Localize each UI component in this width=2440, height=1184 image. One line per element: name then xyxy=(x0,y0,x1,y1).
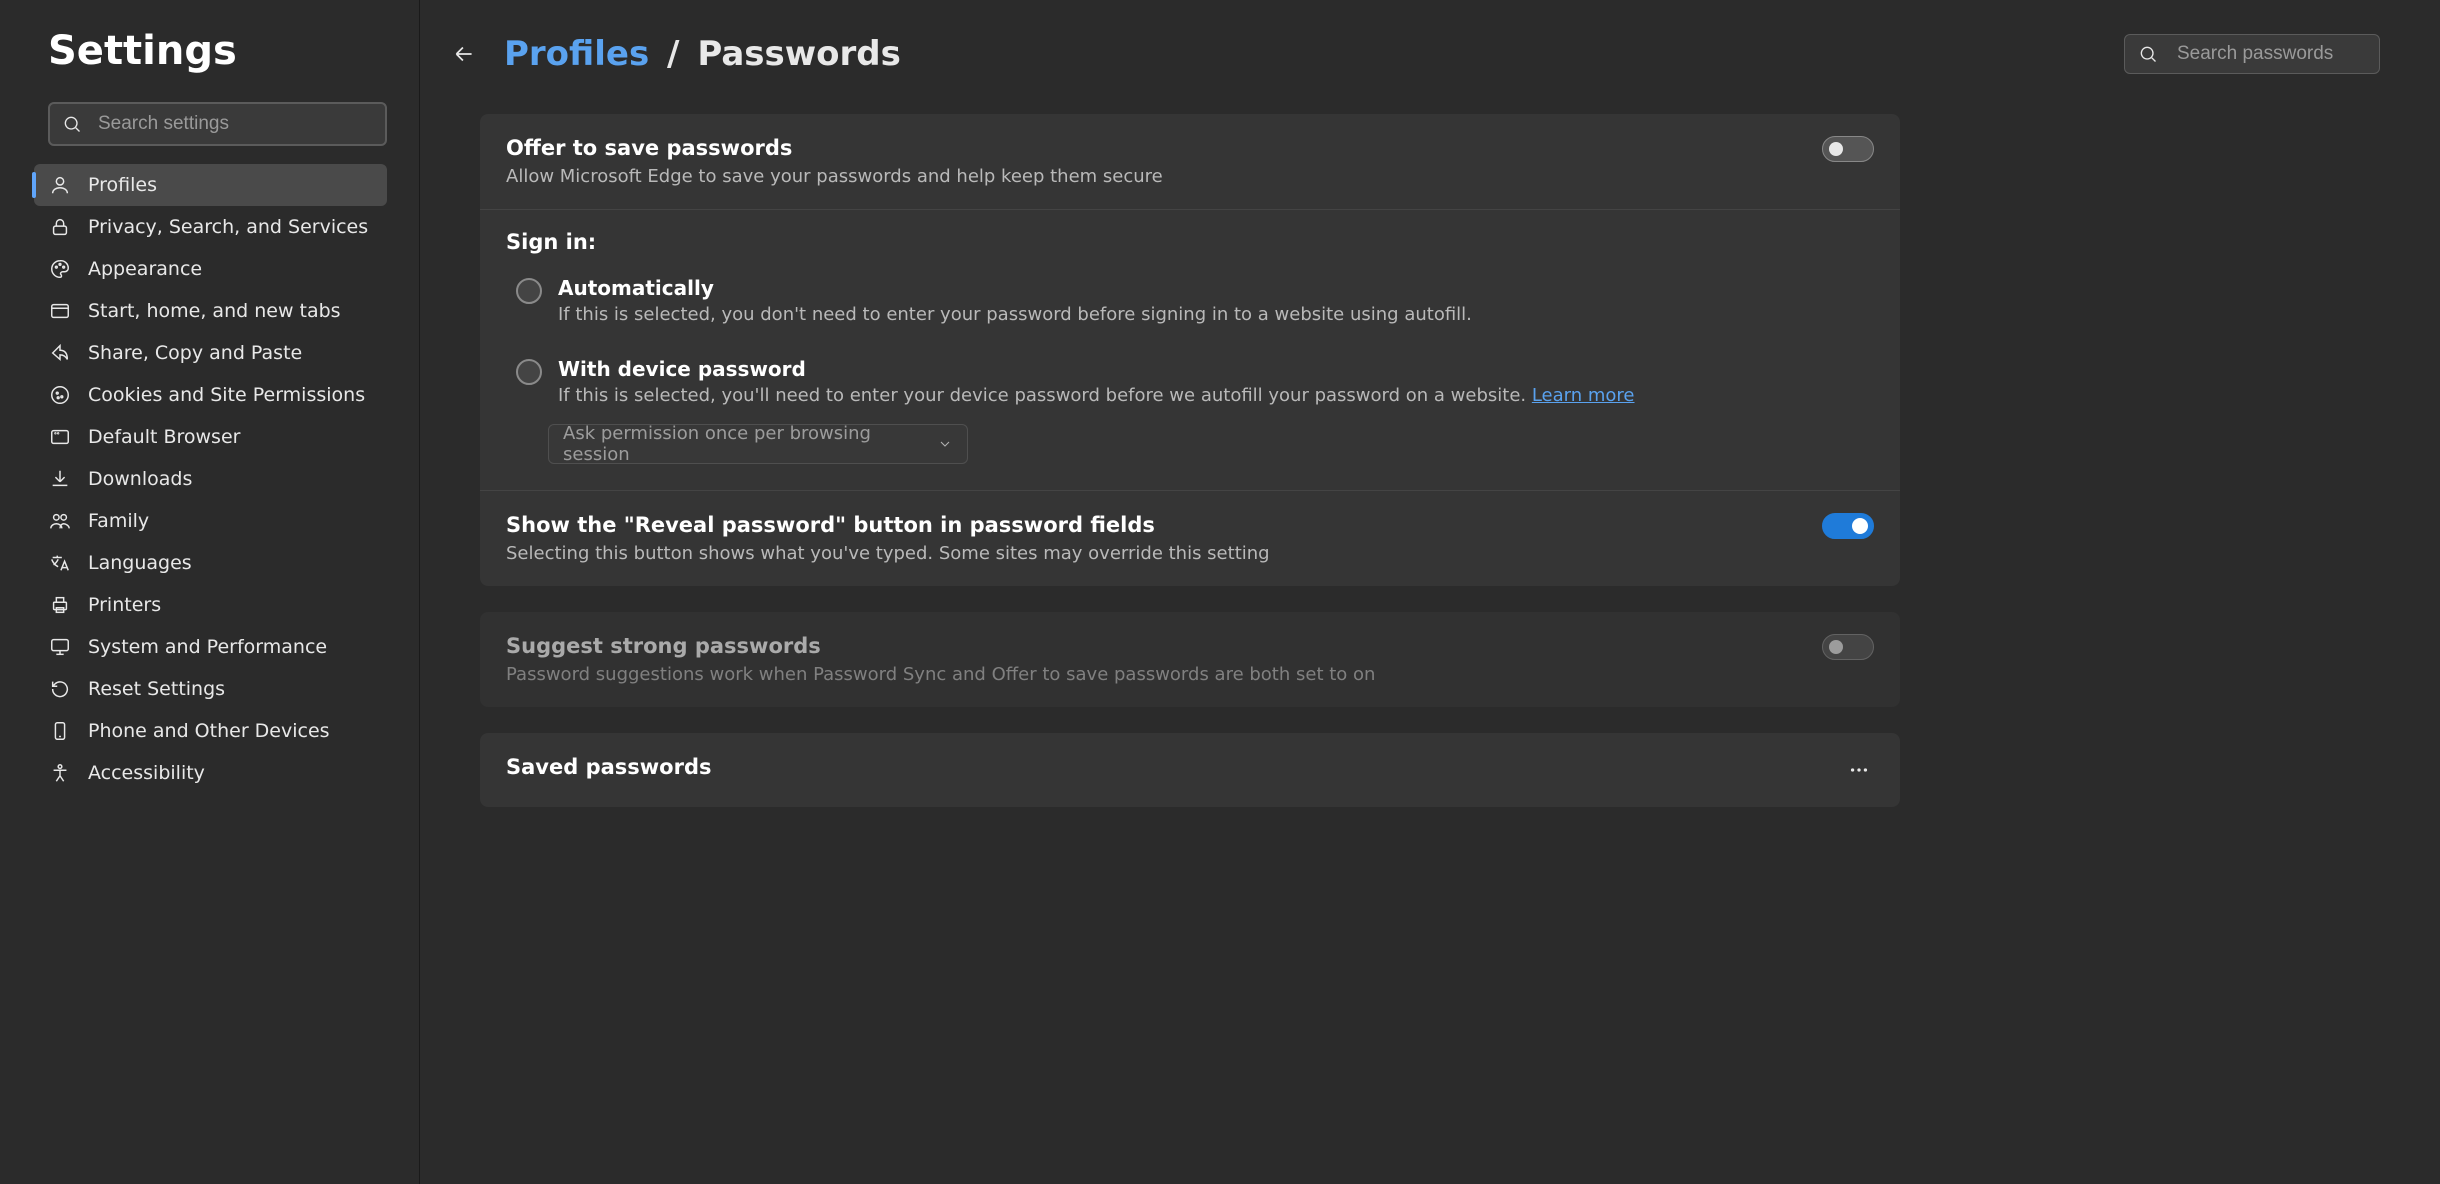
page-title: Settings xyxy=(48,28,387,74)
sidebar-item-label: Profiles xyxy=(88,174,157,196)
sidebar-item-system[interactable]: System and Performance xyxy=(34,626,387,668)
sidebar-item-appearance[interactable]: Appearance xyxy=(34,248,387,290)
sidebar-item-label: Appearance xyxy=(88,258,202,280)
sidebar-item-label: Reset Settings xyxy=(88,678,225,700)
family-icon xyxy=(48,510,72,532)
sidebar-search-input[interactable] xyxy=(48,102,387,146)
reveal-desc: Selecting this button shows what you've … xyxy=(506,543,1802,564)
sidebar-item-downloads[interactable]: Downloads xyxy=(34,458,387,500)
suggest-title: Suggest strong passwords xyxy=(506,634,1802,658)
sign-in-auto-radio[interactable] xyxy=(516,278,542,304)
sidebar-item-privacy[interactable]: Privacy, Search, and Services xyxy=(34,206,387,248)
accessibility-icon xyxy=(48,762,72,784)
sidebar-item-label: Default Browser xyxy=(88,426,240,448)
more-horizontal-icon xyxy=(1848,759,1870,781)
sidebar-item-label: Phone and Other Devices xyxy=(88,720,330,742)
select-value: Ask permission once per browsing session xyxy=(563,423,937,465)
sidebar-item-cookies[interactable]: Cookies and Site Permissions xyxy=(34,374,387,416)
sign-in-device-desc: If this is selected, you'll need to ente… xyxy=(558,385,1874,406)
offer-save-toggle[interactable] xyxy=(1822,136,1874,162)
sidebar-item-languages[interactable]: Languages xyxy=(34,542,387,584)
search-icon xyxy=(2138,44,2158,64)
share-icon xyxy=(48,342,72,364)
sidebar-item-label: Downloads xyxy=(88,468,192,490)
offer-save-desc: Allow Microsoft Edge to save your passwo… xyxy=(506,166,1802,187)
sign-in-auto-desc: If this is selected, you don't need to e… xyxy=(558,304,1874,325)
sidebar-item-label: Languages xyxy=(88,552,192,574)
sidebar-item-label: Share, Copy and Paste xyxy=(88,342,302,364)
offer-save-title: Offer to save passwords xyxy=(506,136,1802,160)
reveal-title: Show the "Reveal password" button in pas… xyxy=(506,513,1802,537)
sign-in-device-radio[interactable] xyxy=(516,359,542,385)
phone-icon xyxy=(48,720,72,742)
sign-in-auto-title: Automatically xyxy=(558,276,1874,300)
browser-icon xyxy=(48,426,72,448)
search-passwords-input[interactable] xyxy=(2124,34,2380,74)
sidebar-search-wrap xyxy=(48,102,387,146)
sidebar-item-label: Printers xyxy=(88,594,161,616)
reset-icon xyxy=(48,678,72,700)
sidebar-item-profiles[interactable]: Profiles xyxy=(34,164,387,206)
sidebar-item-reset[interactable]: Reset Settings xyxy=(34,668,387,710)
sidebar-item-printers[interactable]: Printers xyxy=(34,584,387,626)
sign-in-device-title: With device password xyxy=(558,357,1874,381)
sign-in-title: Sign in: xyxy=(480,209,1900,262)
sidebar-item-family[interactable]: Family xyxy=(34,500,387,542)
saved-passwords-title: Saved passwords xyxy=(506,755,1824,779)
sidebar-item-start[interactable]: Start, home, and new tabs xyxy=(34,290,387,332)
lock-icon xyxy=(48,216,72,238)
profile-icon xyxy=(48,174,72,196)
breadcrumb-current: Passwords xyxy=(697,34,901,74)
back-button[interactable] xyxy=(444,34,484,74)
sidebar-item-label: Accessibility xyxy=(88,762,205,784)
sidebar-item-label: Start, home, and new tabs xyxy=(88,300,341,322)
monitor-icon xyxy=(48,636,72,658)
sidebar-item-phone[interactable]: Phone and Other Devices xyxy=(34,710,387,752)
breadcrumb: Profiles / Passwords xyxy=(504,34,901,74)
header-search-wrap xyxy=(2124,34,2380,74)
download-icon xyxy=(48,468,72,490)
sidebar-item-share[interactable]: Share, Copy and Paste xyxy=(34,332,387,374)
sidebar-item-accessibility[interactable]: Accessibility xyxy=(34,752,387,794)
cookie-icon xyxy=(48,384,72,406)
language-icon xyxy=(48,552,72,574)
breadcrumb-separator: / xyxy=(667,34,679,74)
sidebar-item-label: Family xyxy=(88,510,149,532)
window-icon xyxy=(48,300,72,322)
saved-passwords-more-button[interactable] xyxy=(1844,755,1874,785)
sidebar-item-label: System and Performance xyxy=(88,636,327,658)
suggest-desc: Password suggestions work when Password … xyxy=(506,664,1802,685)
reveal-toggle[interactable] xyxy=(1822,513,1874,539)
device-password-frequency-select[interactable]: Ask permission once per browsing session xyxy=(548,424,968,464)
suggest-toggle[interactable] xyxy=(1822,634,1874,660)
sidebar-item-label: Cookies and Site Permissions xyxy=(88,384,365,406)
palette-icon xyxy=(48,258,72,280)
learn-more-link[interactable]: Learn more xyxy=(1532,385,1635,406)
arrow-left-icon xyxy=(451,41,477,67)
printer-icon xyxy=(48,594,72,616)
sidebar-item-label: Privacy, Search, and Services xyxy=(88,216,368,238)
sidebar-item-default-browser[interactable]: Default Browser xyxy=(34,416,387,458)
breadcrumb-parent-link[interactable]: Profiles xyxy=(504,34,649,74)
chevron-down-icon xyxy=(937,436,953,452)
